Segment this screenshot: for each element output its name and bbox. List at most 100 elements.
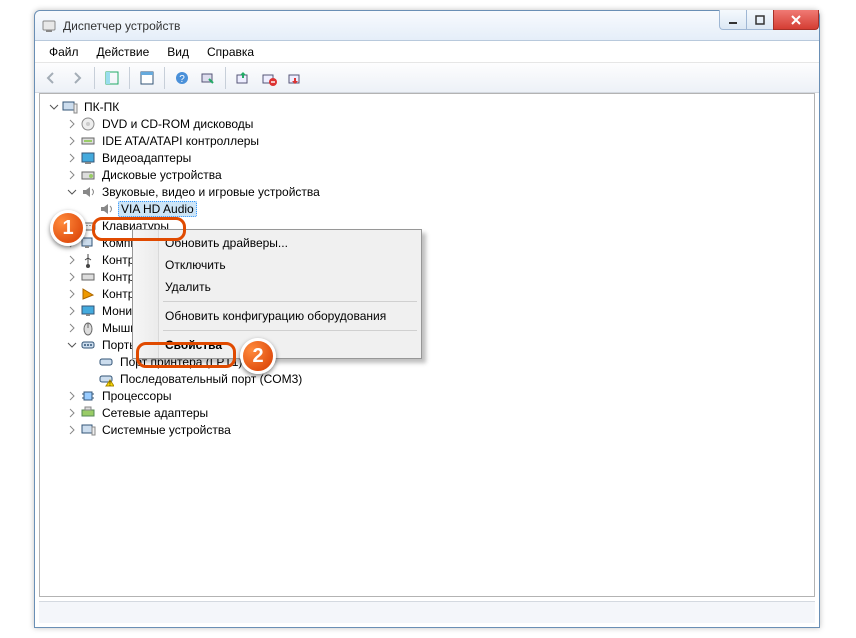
- context-menu: Обновить драйверы... Отключить Удалить О…: [132, 229, 422, 359]
- floppy-icon: [80, 269, 96, 285]
- ctx-disable[interactable]: Отключить: [135, 254, 419, 276]
- expand-icon[interactable]: [66, 135, 78, 147]
- tree-root[interactable]: ПК-ПК: [48, 98, 814, 115]
- statusbar: [39, 601, 815, 623]
- close-button[interactable]: [773, 10, 819, 30]
- forward-button[interactable]: [65, 66, 89, 90]
- expand-icon[interactable]: [66, 305, 78, 317]
- toolbar-separator: [129, 67, 130, 89]
- spacer: [84, 373, 96, 385]
- disk-icon: [80, 167, 96, 183]
- tree-item-com3[interactable]: ! Последовательный порт (COM3): [84, 370, 814, 387]
- collapse-icon[interactable]: [48, 101, 60, 113]
- tree-item-system[interactable]: Системные устройства: [66, 421, 814, 438]
- collapse-icon[interactable]: [66, 186, 78, 198]
- mi-label: Удалить: [165, 280, 211, 294]
- mi-label: Обновить драйверы...: [165, 236, 288, 250]
- tree-item-net[interactable]: Сетевые адаптеры: [66, 404, 814, 421]
- tree-label: Процессоры: [100, 389, 174, 403]
- ctx-uninstall[interactable]: Удалить: [135, 276, 419, 298]
- system-icon: [80, 422, 96, 438]
- svg-text:?: ?: [179, 74, 185, 85]
- port-icon: [98, 354, 114, 370]
- disable-button[interactable]: [283, 66, 307, 90]
- expand-icon[interactable]: [66, 322, 78, 334]
- menu-view[interactable]: Вид: [159, 43, 197, 61]
- tree-item-via-hd-audio[interactable]: VIA HD Audio: [84, 200, 814, 217]
- ctx-scan-hardware[interactable]: Обновить конфигурацию оборудования: [135, 305, 419, 327]
- mi-label: Отключить: [165, 258, 226, 272]
- help-button[interactable]: ?: [170, 66, 194, 90]
- tree-label: Видеоадаптеры: [100, 151, 193, 165]
- annotation-marker-1: 1: [50, 210, 86, 246]
- toolbar-separator: [225, 67, 226, 89]
- tree-label: Дисковые устройства: [100, 168, 224, 182]
- usb-icon: [80, 252, 96, 268]
- ctx-update-drivers[interactable]: Обновить драйверы...: [135, 232, 419, 254]
- svg-text:!: !: [109, 381, 111, 387]
- expand-icon[interactable]: [66, 407, 78, 419]
- expand-icon[interactable]: [66, 424, 78, 436]
- scan-hardware-button[interactable]: [196, 66, 220, 90]
- mouse-icon: [80, 320, 96, 336]
- context-menu-separator: [163, 330, 417, 331]
- tree-label: IDE ATA/ATAPI контроллеры: [100, 134, 261, 148]
- back-button[interactable]: [39, 66, 63, 90]
- update-driver-button[interactable]: [231, 66, 255, 90]
- storage-icon: [80, 286, 96, 302]
- toolbar-separator: [164, 67, 165, 89]
- port-warning-icon: !: [98, 371, 114, 387]
- toolbar: ?: [35, 63, 819, 93]
- properties-button[interactable]: [135, 66, 159, 90]
- tree-item-sound[interactable]: Звуковые, видео и игровые устройства: [66, 183, 814, 200]
- tree-item-dvd[interactable]: DVD и CD-ROM дисководы: [66, 115, 814, 132]
- menu-action[interactable]: Действие: [89, 43, 158, 61]
- show-hide-tree-button[interactable]: [100, 66, 124, 90]
- mi-label: Обновить конфигурацию оборудования: [165, 309, 386, 323]
- mi-label: Свойства: [165, 338, 222, 352]
- uninstall-button[interactable]: [257, 66, 281, 90]
- tree-label: Последовательный порт (COM3): [118, 372, 304, 386]
- cpu-icon: [80, 388, 96, 404]
- spacer: [84, 203, 96, 215]
- menubar: Файл Действие Вид Справка: [35, 41, 819, 63]
- expand-icon[interactable]: [66, 390, 78, 402]
- expand-icon[interactable]: [66, 271, 78, 283]
- network-icon: [80, 405, 96, 421]
- expand-icon[interactable]: [66, 118, 78, 130]
- tree-item-video[interactable]: Видеоадаптеры: [66, 149, 814, 166]
- tree-label: VIA HD Audio: [118, 201, 197, 217]
- spacer: [84, 356, 96, 368]
- sound-icon: [80, 184, 96, 200]
- dvd-icon: [80, 116, 96, 132]
- ctx-properties[interactable]: Свойства: [135, 334, 419, 356]
- expand-icon[interactable]: [66, 152, 78, 164]
- context-menu-separator: [163, 301, 417, 302]
- tree-label: ПК-ПК: [82, 100, 121, 114]
- collapse-icon[interactable]: [66, 339, 78, 351]
- titlebar: Диспетчер устройств: [35, 11, 819, 41]
- port-icon: [80, 337, 96, 353]
- computer-icon: [62, 99, 78, 115]
- menu-help[interactable]: Справка: [199, 43, 262, 61]
- menu-file[interactable]: Файл: [41, 43, 87, 61]
- sound-icon: [98, 201, 114, 217]
- annotation-marker-2: 2: [240, 338, 276, 374]
- maximize-button[interactable]: [746, 10, 774, 30]
- window-title: Диспетчер устройств: [63, 19, 180, 33]
- ide-icon: [80, 133, 96, 149]
- tree-label: Сетевые адаптеры: [100, 406, 210, 420]
- tree-item-ide[interactable]: IDE ATA/ATAPI контроллеры: [66, 132, 814, 149]
- display-adapter-icon: [80, 150, 96, 166]
- tree-label: Звуковые, видео и игровые устройства: [100, 185, 322, 199]
- monitor-icon: [80, 303, 96, 319]
- tree-item-disk[interactable]: Дисковые устройства: [66, 166, 814, 183]
- expand-icon[interactable]: [66, 169, 78, 181]
- window-controls: [720, 10, 819, 30]
- app-icon: [41, 18, 57, 34]
- tree-item-cpu[interactable]: Процессоры: [66, 387, 814, 404]
- expand-icon[interactable]: [66, 254, 78, 266]
- expand-icon[interactable]: [66, 288, 78, 300]
- minimize-button[interactable]: [719, 10, 747, 30]
- toolbar-separator: [94, 67, 95, 89]
